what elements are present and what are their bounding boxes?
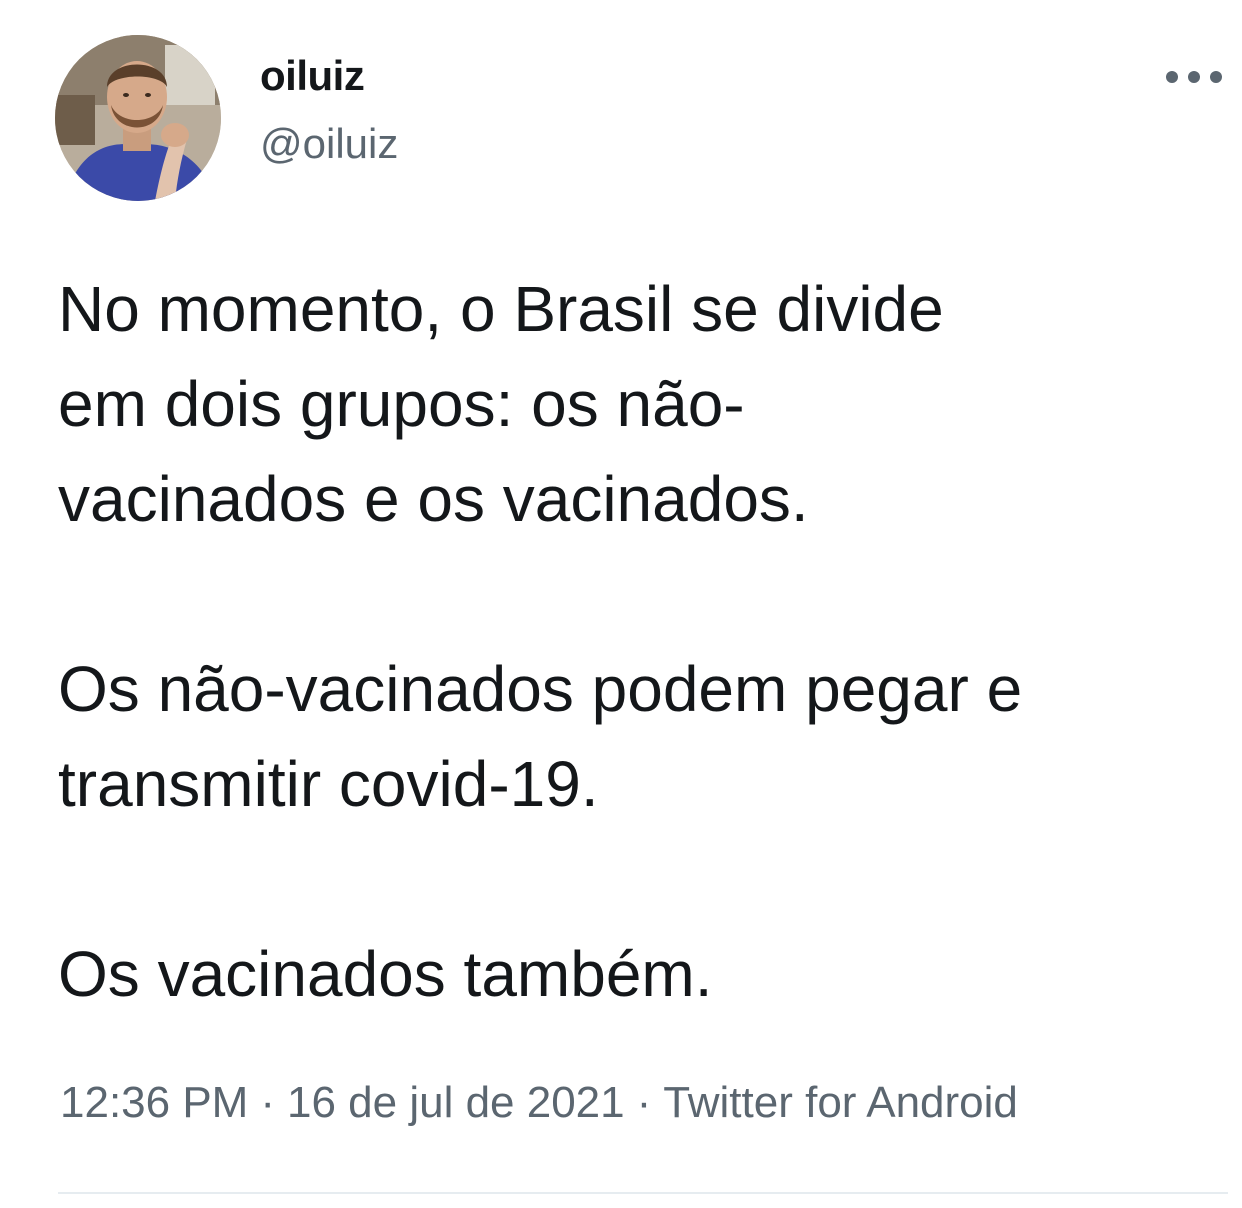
- divider: [58, 1192, 1228, 1194]
- user-handle[interactable]: @oiluiz: [260, 120, 398, 168]
- tweet-paragraph: Os vacinados também.: [58, 938, 713, 1010]
- more-horizontal-icon: [1166, 71, 1222, 83]
- tweet-card: oiluiz @oiluiz No momento, o Brasil se d…: [0, 0, 1242, 1208]
- display-name[interactable]: oiluiz: [260, 52, 365, 100]
- tweet-metadata: 12:36 PM · 16 de jul de 2021 · Twitter for A…: [60, 1078, 1018, 1128]
- tweet-paragraph: No momento, o Brasil se divide em dois g…: [58, 273, 944, 535]
- meta-separator: ·: [636, 1078, 652, 1127]
- tweet-date[interactable]: 16 de jul de 2021: [287, 1078, 625, 1127]
- tweet-source-link[interactable]: Twitter for Android: [663, 1078, 1018, 1127]
- meta-separator: ·: [260, 1078, 275, 1127]
- tweet-paragraph: Os não-vacinados podem pegar e transmiti…: [58, 653, 1023, 820]
- tweet-time[interactable]: 12:36 PM: [60, 1078, 248, 1127]
- avatar[interactable]: [55, 35, 221, 201]
- more-options-button[interactable]: [1160, 55, 1228, 99]
- tweet-text: No momento, o Brasil se divide em dois g…: [58, 262, 1228, 1022]
- profile-photo-icon: [55, 35, 221, 201]
